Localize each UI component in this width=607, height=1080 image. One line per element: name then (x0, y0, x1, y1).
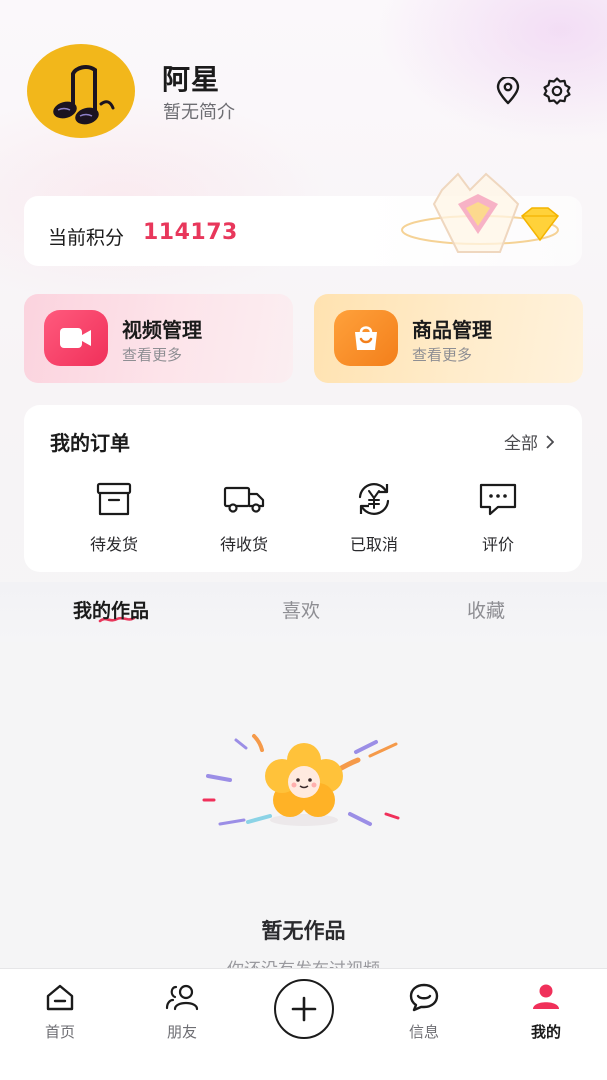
nav-me[interactable]: 我的 (506, 981, 586, 1042)
orders-card: 我的订单 全部 待发货 待收货 已取消 评价 (24, 405, 582, 572)
box-icon (64, 479, 164, 519)
nav-friends[interactable]: 朋友 (142, 981, 222, 1042)
user-name: 阿星 (162, 63, 221, 96)
shopping-bag-icon (334, 310, 398, 366)
order-review[interactable]: 评价 (448, 479, 548, 555)
user-bio[interactable]: 暂无简介 (163, 98, 235, 124)
home-icon (20, 981, 100, 1013)
tab-my-works[interactable]: 我的作品 (73, 596, 149, 623)
empty-state-title: 暂无作品 (261, 919, 346, 943)
nav-friends-label: 朋友 (166, 1023, 197, 1041)
tab-likes[interactable]: 喜欢 (282, 596, 320, 623)
goods-management-card[interactable]: 商品管理 查看更多 (314, 294, 583, 383)
orders-all-label: 全部 (504, 434, 538, 454)
gear-icon[interactable] (540, 74, 574, 108)
nav-create-button[interactable] (274, 979, 334, 1039)
bottom-navigation: 首页 朋友 信息 我的 (0, 968, 607, 1080)
points-value: 114173 (143, 220, 238, 245)
nav-messages-label: 信息 (408, 1023, 439, 1041)
order-cancelled-label: 已取消 (349, 535, 398, 554)
order-cancelled[interactable]: 已取消 (324, 479, 424, 555)
order-pending-receipt-label: 待收货 (219, 535, 268, 554)
flower-illustration-icon (200, 730, 410, 840)
video-camera-icon (44, 310, 108, 366)
gem-decoration-icon (400, 160, 570, 270)
nav-home[interactable]: 首页 (20, 981, 100, 1042)
order-pending-receipt[interactable]: 待收货 (194, 479, 294, 555)
truck-icon (194, 479, 294, 519)
empty-state-subtitle: 你还没有发布过视频 (0, 955, 607, 969)
video-management-title: 视频管理 (122, 318, 202, 342)
message-icon (384, 981, 464, 1013)
nav-home-label: 首页 (44, 1023, 75, 1041)
points-label: 当前积分 (48, 227, 125, 249)
orders-all-link[interactable]: 全部 (504, 429, 554, 454)
music-note-icon (53, 65, 115, 125)
plus-icon (291, 996, 317, 1022)
location-icon[interactable] (491, 74, 525, 108)
nav-messages[interactable]: 信息 (384, 981, 464, 1042)
video-management-subtitle: 查看更多 (122, 346, 183, 364)
goods-management-subtitle: 查看更多 (412, 346, 473, 364)
chevron-right-icon (546, 434, 554, 449)
order-review-label: 评价 (481, 535, 514, 554)
user-icon (506, 981, 586, 1013)
order-pending-shipment[interactable]: 待发货 (64, 479, 164, 555)
avatar[interactable] (27, 44, 135, 138)
orders-title: 我的订单 (50, 431, 130, 455)
tab-favorites[interactable]: 收藏 (467, 596, 505, 623)
friends-icon (142, 981, 222, 1013)
yen-refresh-icon (324, 479, 424, 519)
nav-me-label: 我的 (530, 1023, 561, 1041)
order-pending-shipment-label: 待发货 (89, 535, 138, 554)
goods-management-title: 商品管理 (412, 318, 492, 342)
video-management-card[interactable]: 视频管理 查看更多 (24, 294, 293, 383)
comment-icon (448, 479, 548, 519)
